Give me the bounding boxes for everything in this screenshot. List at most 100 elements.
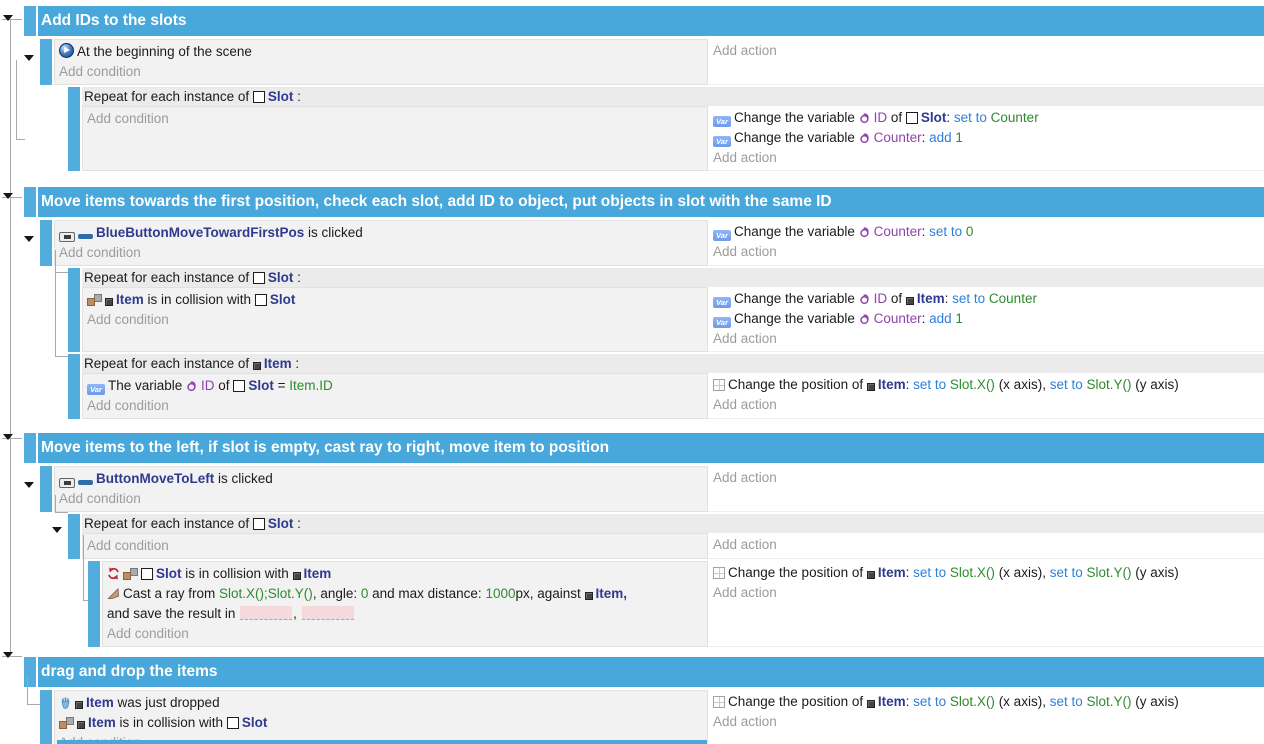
action-row[interactable]: VarChange the variable ID of Item: set t… — [713, 289, 1260, 309]
parameter-placeholder[interactable] — [240, 606, 292, 620]
event-drag-bar[interactable] — [88, 561, 100, 647]
group-title-band[interactable]: Add IDs to the slots — [38, 6, 1264, 36]
add-action-button[interactable]: Add action — [713, 395, 1260, 415]
repeat-band[interactable]: Repeat for each instance of Item : — [82, 354, 1264, 373]
condition-row[interactable]: VarThe variable ID of Slot = Item.ID — [87, 376, 703, 396]
text: : — [922, 130, 930, 145]
condition-row[interactable]: Cast a ray from Slot.X();Slot.Y(), angle… — [107, 584, 703, 624]
group-header[interactable]: Add IDs to the slots — [38, 6, 1264, 36]
event-drag-bar[interactable] — [40, 220, 52, 266]
scene-start-icon — [59, 43, 74, 58]
expander-icon[interactable] — [24, 55, 34, 61]
condition-row[interactable]: At the beginning of the scene — [59, 42, 703, 62]
event: At the beginning of the scene Add conditi… — [40, 39, 1264, 85]
add-condition-button[interactable]: Add condition — [87, 310, 703, 330]
object-name: BlueButtonMoveTowardFirstPos — [96, 225, 304, 240]
add-action-button[interactable]: Add action — [713, 468, 1260, 488]
action-row[interactable]: Change the position of Item: set to Slot… — [713, 563, 1260, 583]
expression: Counter — [991, 110, 1039, 125]
actions-cell: Add action — [708, 39, 1264, 85]
variable-icon — [859, 226, 871, 238]
event-drag-bar[interactable] — [68, 514, 80, 559]
expression: Slot.X() — [950, 694, 995, 709]
event-drag-bar[interactable] — [40, 39, 52, 85]
event-group: Move items towards the first position, c… — [0, 187, 1264, 419]
expander-icon[interactable] — [24, 482, 34, 488]
group-title: Add IDs to the slots — [41, 12, 187, 29]
group-title-band[interactable]: drag and drop the items — [38, 657, 1264, 687]
event-group: drag and drop the items Item was just dro… — [0, 657, 1264, 744]
add-condition-button[interactable]: Add condition — [87, 536, 703, 556]
expander-icon[interactable] — [24, 236, 34, 242]
object-name: Item — [878, 565, 906, 580]
text: is clicked — [304, 225, 363, 240]
add-action-button[interactable]: Add action — [713, 535, 1260, 555]
action-row[interactable]: VarChange the variable Counter: add 1 — [713, 309, 1260, 329]
group-header[interactable]: Move items towards the first position, c… — [38, 187, 1264, 217]
group-bar[interactable] — [24, 433, 36, 463]
text: : — [922, 311, 930, 326]
raycast-icon — [107, 587, 120, 600]
expression: 1 — [955, 130, 963, 145]
action-row[interactable]: VarChange the variable ID of Slot: set t… — [713, 108, 1260, 128]
action-row[interactable]: Change the position of Item: set to Slot… — [713, 375, 1260, 395]
condition-row[interactable]: Item was just dropped — [59, 693, 703, 713]
condition-row[interactable]: BlueButtonMoveTowardFirstPos is clicked — [59, 223, 703, 243]
event-drag-bar[interactable] — [40, 466, 52, 512]
add-action-button[interactable]: Add action — [713, 712, 1260, 732]
action-row[interactable]: VarChange the variable Counter: set to 0 — [713, 222, 1260, 242]
actions-cell: Add action — [708, 533, 1264, 559]
variable-badge-icon: Var — [713, 230, 731, 241]
variable-icon — [859, 132, 871, 144]
variable-icon — [859, 313, 871, 325]
expander-icon[interactable] — [52, 527, 62, 533]
add-condition-button[interactable]: Add condition — [87, 109, 703, 129]
expression: 1 — [955, 311, 963, 326]
add-action-label: Add action — [713, 470, 777, 485]
add-action-button[interactable]: Add action — [713, 242, 1260, 262]
add-action-button[interactable]: Add action — [713, 329, 1260, 349]
condition-row[interactable]: Item is in collision with Slot — [87, 290, 703, 310]
condition-row[interactable]: Item is in collision with Slot — [59, 713, 703, 733]
add-condition-button[interactable]: Add condition — [59, 243, 703, 263]
event-drag-bar[interactable] — [68, 87, 80, 171]
conditions-cell: Add condition — [82, 533, 708, 559]
text: (x axis), — [995, 694, 1050, 709]
repeat-band[interactable]: Repeat for each instance of Slot : — [82, 514, 1264, 533]
text: : — [906, 694, 914, 709]
item-object-icon — [77, 721, 85, 729]
item-object-icon — [253, 362, 261, 370]
action-row[interactable]: Change the position of Item: set to Slot… — [713, 692, 1260, 712]
add-action-button[interactable]: Add action — [713, 41, 1260, 61]
action-row[interactable]: VarChange the variable Counter: add 1 — [713, 128, 1260, 148]
group-title-band[interactable]: Move items towards the first position, c… — [38, 187, 1264, 217]
object-name: Item — [917, 291, 945, 306]
add-condition-button[interactable]: Add condition — [59, 62, 703, 82]
add-action-button[interactable]: Add action — [713, 583, 1260, 603]
text: Repeat for each instance of — [84, 516, 253, 531]
event-drag-bar[interactable] — [68, 268, 80, 352]
item-object-icon — [906, 297, 914, 305]
add-condition-button[interactable]: Add condition — [107, 624, 703, 644]
group-bar[interactable] — [24, 657, 36, 687]
group-bar[interactable] — [24, 6, 36, 36]
condition-row[interactable]: Slot is in collision with Item — [107, 564, 703, 584]
parameter-placeholder[interactable] — [302, 606, 354, 620]
add-condition-button[interactable]: Add condition — [59, 489, 703, 509]
invert-icon — [107, 567, 120, 580]
group-title-band[interactable]: Move items to the left, if slot is empty… — [38, 433, 1264, 463]
text: : — [292, 356, 300, 371]
repeat-band[interactable]: Repeat for each instance of Slot : — [82, 87, 1264, 106]
actions-cell: VarChange the variable Counter: set to 0… — [708, 220, 1264, 266]
group-header[interactable]: Move items to the left, if slot is empty… — [38, 433, 1264, 463]
condition-row[interactable]: ButtonMoveToLeft is clicked — [59, 469, 703, 489]
repeat-band[interactable]: Repeat for each instance of Slot : — [82, 268, 1264, 287]
add-condition-button[interactable]: Add condition — [87, 396, 703, 416]
group-header[interactable]: drag and drop the items — [38, 657, 1264, 687]
event-drag-bar[interactable] — [40, 690, 52, 744]
add-condition-label: Add condition — [59, 64, 141, 79]
event: Slot is in collision with ItemCast a ray… — [88, 561, 1264, 647]
event-drag-bar[interactable] — [68, 354, 80, 419]
add-action-button[interactable]: Add action — [713, 148, 1260, 168]
group-bar[interactable] — [24, 187, 36, 217]
